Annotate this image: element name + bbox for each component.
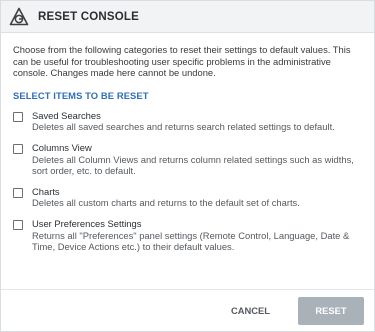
checkbox-charts[interactable]	[13, 187, 23, 198]
option-saved-searches: Saved Searches Deletes all saved searche…	[13, 110, 362, 133]
option-columns-view: Columns View Deletes all Column Views an…	[13, 142, 362, 177]
dialog-description: Choose from the following categories to …	[13, 44, 351, 79]
section-title: SELECT ITEMS TO BE RESET	[13, 89, 149, 101]
option-description: Deletes all Column Views and returns col…	[32, 153, 354, 177]
option-title: Charts	[32, 185, 60, 197]
option-charts: Charts Deletes all custom charts and ret…	[13, 186, 362, 209]
checkbox-saved-searches[interactable]	[13, 111, 23, 122]
logo-icon	[9, 7, 29, 27]
cancel-button[interactable]: CANCEL	[213, 297, 288, 325]
dialog-header: RESET CONSOLE	[1, 1, 374, 33]
option-title: Saved Searches	[32, 109, 101, 121]
reset-button[interactable]: RESET	[298, 296, 364, 325]
option-description: Returns all "Preferences" panel settings…	[32, 229, 350, 253]
dialog-title: RESET CONSOLE	[38, 10, 140, 23]
option-user-preferences: User Preferences Settings Returns all "P…	[13, 218, 362, 253]
option-title: Columns View	[32, 141, 92, 153]
checkbox-user-preferences[interactable]	[13, 219, 23, 230]
option-description: Deletes all saved searches and returns s…	[32, 121, 335, 133]
dialog-footer: CANCEL RESET	[1, 289, 374, 331]
option-description: Deletes all custom charts and returns to…	[32, 197, 300, 209]
dialog-body: Choose from the following categories to …	[1, 33, 374, 253]
option-title: User Preferences Settings	[32, 217, 142, 229]
checkbox-columns-view[interactable]	[13, 143, 23, 154]
reset-console-dialog: RESET CONSOLE Choose from the following …	[0, 0, 375, 332]
